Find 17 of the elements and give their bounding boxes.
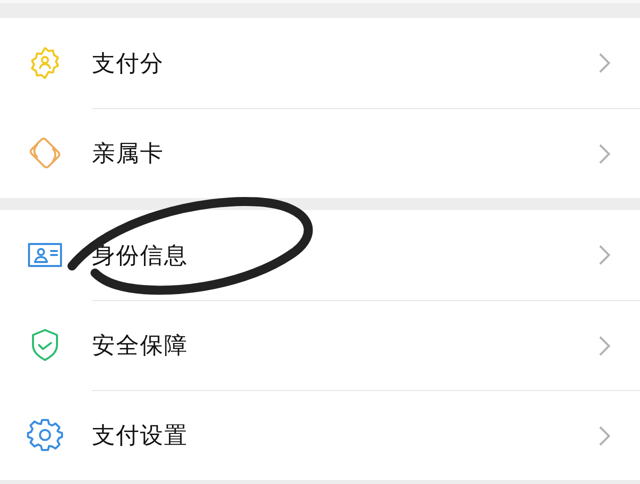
- settings-icon: [27, 417, 63, 453]
- chevron-icon: [598, 244, 612, 266]
- menu-item[interactable]: 身份信息: [0, 210, 640, 300]
- menu-item[interactable]: 支付分: [0, 18, 640, 108]
- chevron-icon: [598, 52, 612, 74]
- menu-label: 亲属卡: [92, 140, 165, 169]
- chevron-icon: [598, 334, 612, 356]
- menu-item[interactable]: 亲属卡: [0, 108, 640, 198]
- menu-label: 安全保障: [92, 332, 189, 361]
- menu-label: 支付分: [92, 50, 165, 78]
- menu-item[interactable]: 支付设置: [0, 390, 640, 480]
- menu-item[interactable]: 安全保障: [0, 300, 640, 390]
- card-icon: [27, 135, 63, 171]
- menu-label: 支付设置: [92, 422, 189, 451]
- chevron-icon: [598, 424, 612, 446]
- menu-label: 身份信息: [92, 242, 189, 270]
- chevron-icon: [598, 142, 612, 164]
